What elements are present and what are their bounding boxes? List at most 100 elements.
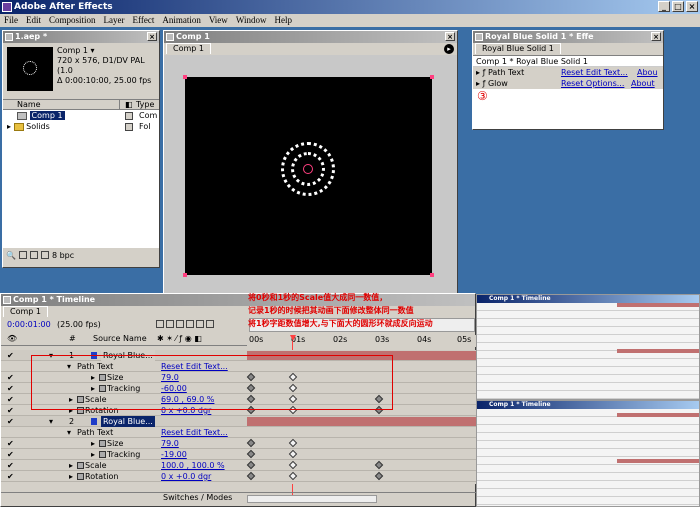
menu-help[interactable]: Help [274, 14, 292, 27]
stopwatch-icon[interactable] [77, 462, 84, 469]
expand-triangle-icon[interactable]: ▸ [476, 79, 480, 88]
maximize-button[interactable]: □ [672, 1, 684, 12]
expand-triangle-icon[interactable]: ▸ [91, 449, 95, 460]
switches-modes-button[interactable]: Switches / Modes [163, 493, 232, 502]
expand-triangle-icon[interactable]: ▸ [69, 460, 73, 471]
column-type[interactable]: Type [136, 100, 154, 110]
keyframe[interactable] [246, 449, 256, 459]
close-button[interactable]: × [686, 1, 698, 12]
expand-triangle-icon[interactable]: ▸ [476, 68, 480, 77]
dropdown-arrow-icon[interactable]: ▾ [91, 46, 95, 55]
trash-icon[interactable] [40, 251, 49, 259]
visibility-toggle-icon[interactable]: ✔ [7, 438, 14, 449]
fx-toggle-icon[interactable]: ƒ [483, 68, 486, 77]
menu-edit[interactable]: Edit [26, 14, 41, 27]
keyframe[interactable] [246, 460, 256, 470]
new-folder-icon[interactable] [18, 251, 27, 259]
keyframe[interactable] [288, 460, 298, 470]
visibility-toggle-icon[interactable]: ✔ [7, 394, 14, 405]
zoom-slider[interactable] [247, 495, 377, 503]
property-row[interactable]: ✔ ▸ Size 79.0 [1, 438, 477, 449]
stopwatch-icon[interactable] [99, 451, 106, 458]
effect-about-link[interactable]: About [631, 78, 655, 89]
effect-controls-titlebar[interactable]: Royal Blue Solid 1 * Effe × [473, 31, 663, 43]
fx-toggle-icon[interactable]: ƒ [483, 79, 486, 88]
anchor-point-icon[interactable] [303, 164, 313, 174]
find-icon[interactable]: 🔍 [6, 251, 16, 260]
property-row[interactable]: ✔ ▸ Tracking -19.00 [1, 449, 477, 460]
layer-duration-bar[interactable] [247, 417, 477, 426]
project-titlebar[interactable]: 1.aep * × [3, 31, 159, 43]
property-value[interactable]: 100.0 , 100.0 % [161, 460, 225, 471]
visibility-toggle-icon[interactable]: ✔ [7, 405, 14, 416]
property-value[interactable]: 79.0 [161, 438, 179, 449]
keyframe[interactable] [374, 460, 384, 470]
menu-layer[interactable]: Layer [104, 14, 125, 27]
comp-canvas[interactable] [183, 75, 434, 277]
visibility-toggle-icon[interactable]: ✔ [7, 416, 14, 427]
keyframe[interactable] [246, 438, 256, 448]
shy-layers-icon[interactable] [176, 320, 184, 328]
list-item[interactable]: Comp 1 Com [3, 110, 159, 121]
expand-triangle-icon[interactable]: ▸ [7, 122, 11, 131]
menu-file[interactable]: File [4, 14, 18, 27]
expand-triangle-icon[interactable]: ▾ [49, 416, 53, 427]
tab-royal-blue-solid[interactable]: Royal Blue Solid 1 [475, 43, 561, 54]
expand-triangle-icon[interactable]: ▸ [69, 471, 73, 482]
stopwatch-icon[interactable] [99, 440, 106, 447]
effect-reset-link[interactable]: Reset Options... [561, 78, 624, 89]
close-icon[interactable]: × [651, 32, 661, 41]
visibility-toggle-icon[interactable]: ✔ [7, 350, 14, 361]
property-value[interactable]: Reset Edit Text... [161, 427, 228, 438]
effect-row-path-text[interactable]: ▸ ƒ Path Text Reset Edit Text... Abou [473, 67, 663, 78]
menu-view[interactable]: View [209, 14, 228, 27]
effect-about-link[interactable]: Abou [637, 67, 658, 78]
effect-row-glow[interactable]: ▸ ƒ Glow Reset Options... About [473, 78, 663, 89]
visibility-toggle-icon[interactable]: ✔ [7, 449, 14, 460]
expand-triangle-icon[interactable]: ▸ [91, 438, 95, 449]
property-value[interactable]: -19.00 [161, 449, 187, 460]
property-value[interactable]: 0 x +0.0 dgr [161, 471, 211, 482]
visibility-toggle-icon[interactable]: ✔ [7, 460, 14, 471]
keyframe[interactable] [374, 471, 384, 481]
keyframe[interactable] [288, 438, 298, 448]
motion-blur-icon[interactable] [196, 320, 204, 328]
property-row[interactable]: ✔ ▸ Rotation 0 x +0.0 dgr [1, 471, 477, 482]
visibility-toggle-icon[interactable]: ✔ [7, 383, 14, 394]
visibility-toggle-icon[interactable]: ✔ [7, 372, 14, 383]
layer-row[interactable]: ✔ ▾ 2 Royal Blue... [1, 416, 477, 427]
minimize-button[interactable]: _ [658, 1, 670, 12]
close-icon[interactable]: × [147, 32, 157, 41]
draft-3d-icon[interactable] [166, 320, 174, 328]
property-row[interactable]: ✔ ▸ Scale 100.0 , 100.0 % [1, 460, 477, 471]
keyframe[interactable] [288, 471, 298, 481]
frame-blending-icon[interactable] [186, 320, 194, 328]
time-ruler[interactable]: 00s 01s 02s 03s 04s 05s [247, 335, 477, 347]
current-time-display[interactable]: 0:00:01:00 [7, 320, 51, 329]
bpc-label[interactable]: 8 bpc [52, 251, 74, 260]
new-comp-icon[interactable] [29, 251, 38, 259]
close-icon[interactable]: × [445, 32, 455, 41]
menu-animation[interactable]: Animation [162, 14, 201, 27]
keyframe[interactable] [246, 471, 256, 481]
list-item[interactable]: ▸ Solids Fol [3, 121, 159, 132]
property-row[interactable]: ▾ Path Text Reset Edit Text... [1, 427, 477, 438]
visibility-toggle-icon[interactable]: ✔ [7, 471, 14, 482]
column-name[interactable]: Name [17, 100, 41, 110]
menu-composition[interactable]: Composition [49, 14, 96, 27]
column-source-name[interactable]: Source Name [93, 334, 147, 344]
expand-triangle-icon[interactable]: ▾ [67, 427, 71, 438]
tab-comp-1[interactable]: Comp 1 [3, 306, 48, 317]
menu-effect[interactable]: Effect [133, 14, 155, 27]
tab-comp-1[interactable]: Comp 1 [166, 43, 211, 54]
effect-reset-link[interactable]: Reset Edit Text... [561, 67, 628, 78]
label-color-icon[interactable] [125, 123, 133, 131]
comp-window-titlebar[interactable]: Comp 1 × [164, 31, 457, 43]
stopwatch-icon[interactable] [77, 473, 84, 480]
panel-menu-arrow-icon[interactable]: ▸ [444, 44, 454, 54]
brainstorm-icon[interactable] [206, 320, 214, 328]
keyframe[interactable] [288, 449, 298, 459]
label-color-icon[interactable] [125, 112, 133, 120]
comp-flowchart-icon[interactable] [156, 320, 164, 328]
menu-window[interactable]: Window [236, 14, 267, 27]
